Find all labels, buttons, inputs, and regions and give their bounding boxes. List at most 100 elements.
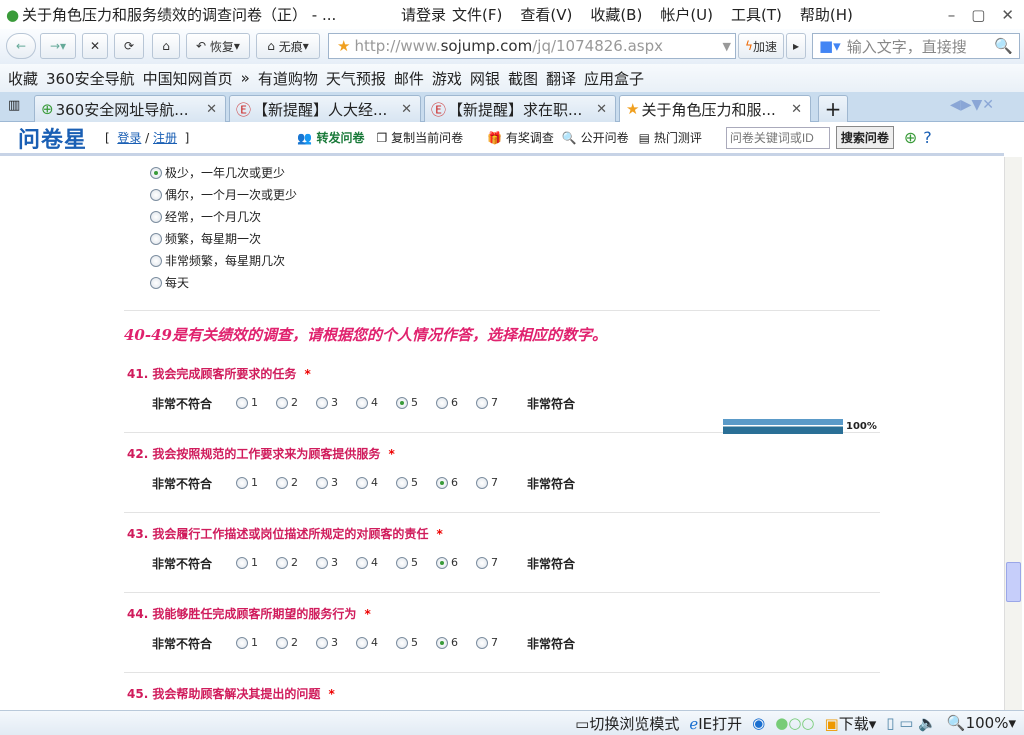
security-icon[interactable]: ◉ (752, 714, 765, 732)
stop-button[interactable]: ✕ (82, 33, 108, 59)
forward-survey-link[interactable]: 👥 转发问卷 (297, 129, 364, 146)
help-icon[interactable]: ? (923, 128, 932, 147)
copy-survey-link[interactable]: ❐ 复制当前问卷 (376, 129, 463, 146)
radio-button[interactable] (150, 254, 162, 267)
tab-close-icon[interactable]: ✕ (596, 102, 607, 117)
public-survey-link[interactable]: 🔍 公开问卷 (562, 129, 629, 146)
forward-button[interactable]: →▾ (40, 33, 76, 59)
restore-button[interactable]: ↶ 恢复 ▾ (186, 33, 250, 59)
reward-survey-link[interactable]: 🎁 有奖调查 (487, 129, 554, 146)
scale-radio[interactable]: 6 (436, 476, 458, 489)
scale-radio[interactable]: 5 (396, 396, 418, 409)
scale-radio[interactable]: 5 (396, 556, 418, 569)
sidebar-toggle-icon[interactable]: ▥ (8, 98, 20, 113)
favorite-item[interactable]: 收藏 (8, 68, 38, 89)
radio-button[interactable] (356, 556, 368, 569)
radio-button[interactable] (476, 476, 488, 489)
scale-radio[interactable]: 2 (276, 476, 298, 489)
radio-button[interactable] (316, 476, 328, 489)
browser-tab[interactable]: ★ 关于角色压力和服... ✕ (619, 95, 811, 122)
radio-button[interactable] (356, 476, 368, 489)
menu-item[interactable]: 工具(T) (731, 4, 782, 25)
scale-radio[interactable]: 3 (316, 636, 338, 649)
site-logo[interactable]: 问卷星 (18, 122, 87, 154)
register-link[interactable]: 注册 (153, 131, 177, 145)
radio-button[interactable] (150, 276, 162, 289)
scale-radio[interactable]: 6 (436, 636, 458, 649)
search-icon[interactable]: 🔍 (994, 37, 1013, 55)
radio-button[interactable] (150, 210, 162, 223)
option-radio[interactable]: 频繁，每星期一次 (150, 230, 261, 247)
new-tab-button[interactable]: + (818, 95, 848, 122)
close-button[interactable]: ✕ (1001, 6, 1014, 24)
scale-radio[interactable]: 2 (276, 396, 298, 409)
option-radio[interactable]: 偶尔，一个月一次或更少 (150, 186, 297, 203)
ie-open-button[interactable]: ℯIE打开 (689, 713, 742, 734)
scale-radio[interactable]: 2 (276, 556, 298, 569)
radio-button[interactable] (316, 396, 328, 409)
radio-button[interactable] (356, 396, 368, 409)
scale-radio[interactable]: 7 (476, 636, 498, 649)
minimize-button[interactable]: – (948, 6, 956, 24)
tab-close-icon[interactable]: ✕ (791, 102, 802, 117)
scale-radio[interactable]: 5 (396, 636, 418, 649)
scrollbar-thumb[interactable] (1006, 562, 1021, 602)
tab-scroll-controls[interactable]: ◀▶▼✕ (950, 97, 994, 113)
scale-radio[interactable]: 4 (356, 476, 378, 489)
radio-button[interactable] (396, 636, 408, 649)
survey-search-input[interactable] (725, 126, 830, 149)
radio-button[interactable] (356, 636, 368, 649)
option-radio[interactable]: 经常，一个月几次 (150, 208, 261, 225)
scale-radio[interactable]: 1 (236, 636, 258, 649)
radio-button[interactable] (436, 476, 448, 489)
address-bar[interactable]: ★ http://www. sojump.com/jq/1074826.aspx ▼ (328, 33, 736, 59)
switch-mode-button[interactable]: ▭切换浏览模式 (575, 713, 679, 734)
radio-button[interactable] (276, 396, 288, 409)
scale-radio[interactable]: 6 (436, 396, 458, 409)
scale-radio[interactable]: 1 (236, 476, 258, 489)
scale-radio[interactable]: 6 (436, 556, 458, 569)
scale-radio[interactable]: 1 (236, 556, 258, 569)
home-button[interactable]: ⌂ (152, 33, 180, 59)
favorite-item[interactable]: 有道购物 (258, 68, 318, 89)
radio-button[interactable] (276, 636, 288, 649)
tool-icons[interactable]: ▯ ▭ 🔈 (886, 714, 937, 732)
scale-radio[interactable]: 4 (356, 556, 378, 569)
scale-radio[interactable]: 5 (396, 476, 418, 489)
scale-radio[interactable]: 2 (276, 636, 298, 649)
browser-tab[interactable]: ⊕ 360安全网址导航... ✕ (34, 95, 226, 122)
scale-radio[interactable]: 7 (476, 396, 498, 409)
refresh-button[interactable]: ⟳ (114, 33, 144, 59)
login-link[interactable]: 登录 (117, 131, 141, 145)
add-icon[interactable]: ⊕ (904, 128, 917, 147)
radio-button[interactable] (476, 556, 488, 569)
tab-close-icon[interactable]: ✕ (206, 102, 217, 117)
download-button[interactable]: ▣下载▾ (825, 713, 877, 734)
menu-item[interactable]: 查看(V) (520, 4, 572, 25)
favorite-item[interactable]: 邮件 (394, 68, 424, 89)
menu-item[interactable]: 帐户(U) (660, 4, 713, 25)
radio-button[interactable] (276, 476, 288, 489)
scale-radio[interactable]: 3 (316, 476, 338, 489)
radio-button[interactable] (150, 166, 162, 179)
radio-button[interactable] (236, 636, 248, 649)
maximize-button[interactable]: ▢ (971, 6, 985, 24)
radio-button[interactable] (150, 188, 162, 201)
option-radio[interactable]: 极少，一年几次或更少 (150, 164, 285, 181)
incognito-button[interactable]: ⌂ 无痕 ▾ (256, 33, 320, 59)
scale-radio[interactable]: 7 (476, 556, 498, 569)
radio-button[interactable] (396, 476, 408, 489)
browser-tab[interactable]: Ⓔ 【新提醒】人大经... ✕ (229, 95, 421, 122)
scale-radio[interactable]: 1 (236, 396, 258, 409)
favorite-item[interactable]: 翻译 (546, 68, 576, 89)
radio-button[interactable] (316, 556, 328, 569)
login-link[interactable]: 请登录 (401, 4, 446, 25)
back-button[interactable]: ← (6, 33, 36, 59)
scale-radio[interactable]: 7 (476, 476, 498, 489)
scale-radio[interactable]: 3 (316, 396, 338, 409)
radio-button[interactable] (436, 556, 448, 569)
scale-radio[interactable]: 4 (356, 636, 378, 649)
option-radio[interactable]: 非常频繁，每星期几次 (150, 252, 285, 269)
radio-button[interactable] (436, 396, 448, 409)
radio-button[interactable] (396, 396, 408, 409)
